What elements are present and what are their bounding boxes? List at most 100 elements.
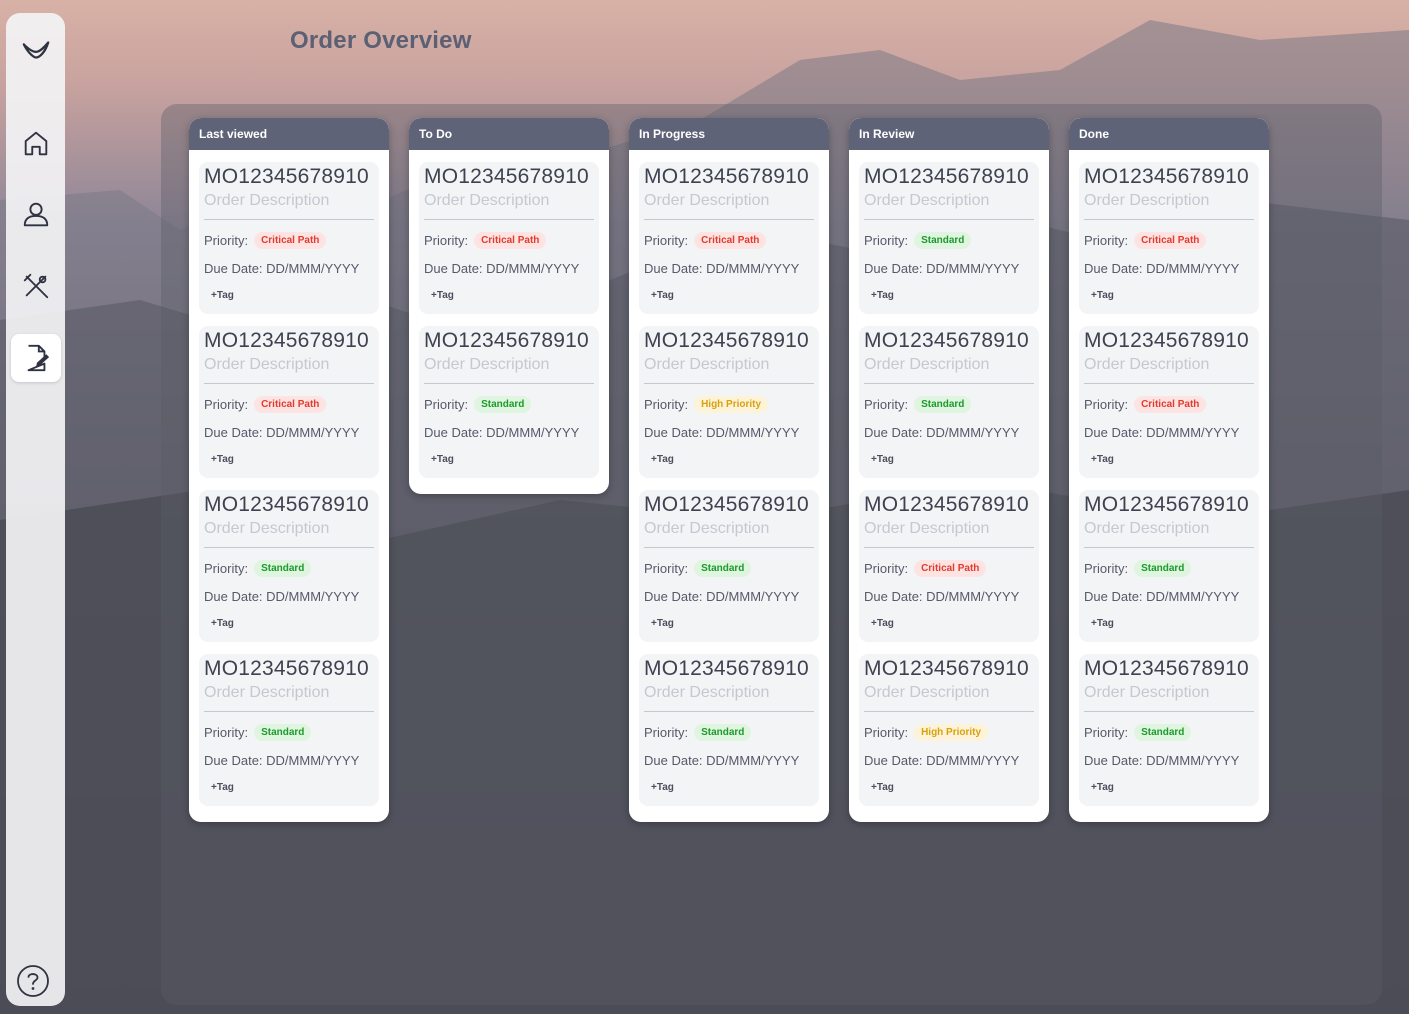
order-card[interactable]: MO12345678910 Order Description Priority: C… [1079,326,1259,478]
order-description: Order Description [644,356,770,373]
divider [1084,711,1254,712]
order-id: MO12345678910 [864,329,1029,352]
order-card[interactable]: MO12345678910 Order Description Priority: C… [419,162,599,314]
add-tag-button[interactable]: +Tag [651,290,674,301]
order-card[interactable]: MO12345678910 Order Description Priority: C… [1079,162,1259,314]
order-card[interactable]: MO12345678910 Order Description Priority: C… [859,490,1039,642]
nav-orders[interactable] [11,334,61,382]
order-card[interactable]: MO12345678910 Order Description Priority: C… [639,162,819,314]
priority-badge: High Priority [914,724,989,741]
add-tag-button[interactable]: +Tag [431,290,454,301]
order-card[interactable]: MO12345678910 Order Description Priority: H… [859,654,1039,806]
order-card[interactable]: MO12345678910 Order Description Priority: C… [199,326,379,478]
order-card[interactable]: MO12345678910 Order Description Priority: S… [639,654,819,806]
due-date: Due Date: DD/MMM/YYYY [864,589,1020,604]
add-tag-button[interactable]: +Tag [651,782,674,793]
priority-badge: Standard [914,396,972,413]
priority-badge: Standard [1134,560,1192,577]
add-tag-button[interactable]: +Tag [1091,782,1114,793]
column-to-do: To Do MO12345678910 Order Description Prior… [409,118,609,494]
add-tag-button[interactable]: +Tag [211,454,234,465]
help-icon [17,965,49,997]
order-id: MO12345678910 [644,657,809,680]
due-date: Due Date: DD/MMM/YYYY [204,261,360,276]
due-date: Due Date: DD/MMM/YYYY [1084,425,1240,440]
order-card[interactable]: MO12345678910 Order Description Priority: S… [199,654,379,806]
order-id: MO12345678910 [644,493,809,516]
add-tag-button[interactable]: +Tag [211,618,234,629]
due-date: Due Date: DD/MMM/YYYY [1084,589,1240,604]
order-description: Order Description [1084,192,1210,209]
user-icon [23,202,49,227]
add-tag-button[interactable]: +Tag [1091,618,1114,629]
column-title: Last viewed [189,118,389,150]
order-card[interactable]: MO12345678910 Order Description Priority: S… [419,326,599,478]
due-date: Due Date: DD/MMM/YYYY [644,753,800,768]
priority-label: Priority: [204,561,249,576]
priority-label: Priority: [204,397,249,412]
order-description: Order Description [204,192,330,209]
nav-tools[interactable] [11,262,61,310]
priority-badge: Critical Path [474,232,547,249]
add-tag-button[interactable]: +Tag [211,782,234,793]
priority-label: Priority: [644,725,689,740]
order-description: Order Description [424,192,550,209]
order-description: Order Description [1084,520,1210,537]
order-id: MO12345678910 [424,329,589,352]
order-id: MO12345678910 [204,165,369,188]
priority-badge: Standard [914,232,972,249]
order-description: Order Description [204,520,330,537]
divider [644,219,814,220]
edit-document-icon [27,344,50,372]
column-title: Done [1069,118,1269,150]
due-date: Due Date: DD/MMM/YYYY [424,425,580,440]
priority-label: Priority: [424,397,469,412]
priority-badge: Critical Path [1134,396,1207,413]
order-card[interactable]: MO12345678910 Order Description Priority: S… [859,162,1039,314]
card-list: MO12345678910 Order Description Priority: C… [189,150,389,822]
order-card[interactable]: MO12345678910 Order Description Priority: S… [639,490,819,642]
add-tag-button[interactable]: +Tag [211,290,234,301]
divider [644,711,814,712]
priority-badge: High Priority [694,396,769,413]
priority-label: Priority: [1084,725,1129,740]
add-tag-button[interactable]: +Tag [651,618,674,629]
logo-button[interactable] [11,26,61,74]
add-tag-button[interactable]: +Tag [871,782,894,793]
divider [1084,547,1254,548]
order-id: MO12345678910 [1084,329,1249,352]
help-button[interactable] [15,963,51,999]
order-card[interactable]: MO12345678910 Order Description Priority: C… [199,162,379,314]
priority-badge: Critical Path [914,560,987,577]
priority-label: Priority: [644,233,689,248]
card-list: MO12345678910 Order Description Priority: C… [629,150,829,822]
priority-label: Priority: [644,561,689,576]
add-tag-button[interactable]: +Tag [871,454,894,465]
add-tag-button[interactable]: +Tag [431,454,454,465]
add-tag-button[interactable]: +Tag [871,290,894,301]
order-description: Order Description [864,520,990,537]
order-card[interactable]: MO12345678910 Order Description Priority: S… [199,490,379,642]
column-title: To Do [409,118,609,150]
page-title: Order Overview [290,27,472,54]
add-tag-button[interactable]: +Tag [1091,454,1114,465]
order-id: MO12345678910 [1084,493,1249,516]
due-date: Due Date: DD/MMM/YYYY [204,425,360,440]
column-title: In Progress [629,118,829,150]
add-tag-button[interactable]: +Tag [1091,290,1114,301]
priority-badge: Standard [254,560,312,577]
add-tag-button[interactable]: +Tag [871,618,894,629]
order-card[interactable]: MO12345678910 Order Description Priority: S… [1079,654,1259,806]
nav-home[interactable] [11,119,61,167]
divider [424,383,594,384]
order-card[interactable]: MO12345678910 Order Description Priority: H… [639,326,819,478]
order-card[interactable]: MO12345678910 Order Description Priority: S… [859,326,1039,478]
tools-icon [23,273,49,299]
nav-profile[interactable] [11,190,61,238]
order-card[interactable]: MO12345678910 Order Description Priority: S… [1079,490,1259,642]
order-description: Order Description [204,356,330,373]
priority-row: Priority: Critical Path [1084,232,1207,249]
add-tag-button[interactable]: +Tag [651,454,674,465]
due-date: Due Date: DD/MMM/YYYY [424,261,580,276]
order-id: MO12345678910 [864,165,1029,188]
